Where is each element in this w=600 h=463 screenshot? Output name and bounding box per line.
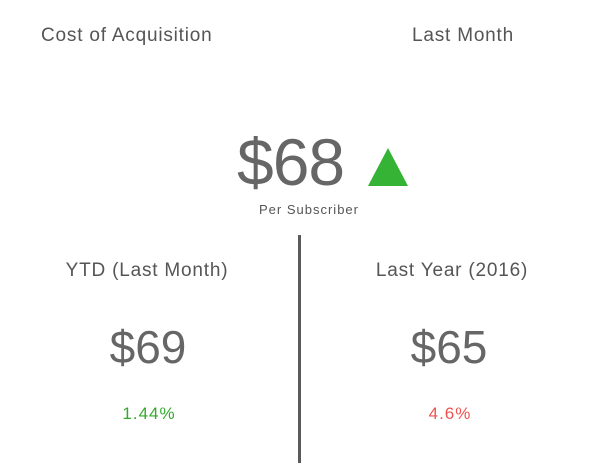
card-title: Cost of Acquisition	[41, 25, 213, 46]
last-year-label: Last Year (2016)	[375, 260, 529, 281]
last-year-column: Last Year (2016) $65 4.6%	[301, 260, 600, 424]
ytd-column: YTD (Last Month) $69 1.44%	[0, 260, 300, 424]
last-year-value: $65	[410, 321, 488, 373]
triangle-up-icon	[368, 148, 408, 186]
main-value: $68	[237, 125, 345, 199]
period-label: Last Month	[412, 25, 514, 46]
ytd-change: 1.44%	[122, 404, 176, 423]
last-year-change: 4.6%	[428, 404, 472, 423]
ytd-value: $69	[109, 321, 187, 373]
main-caption: Per Subscriber	[259, 202, 359, 217]
main-metric: $68	[0, 126, 600, 206]
ytd-label: YTD (Last Month)	[65, 260, 229, 281]
